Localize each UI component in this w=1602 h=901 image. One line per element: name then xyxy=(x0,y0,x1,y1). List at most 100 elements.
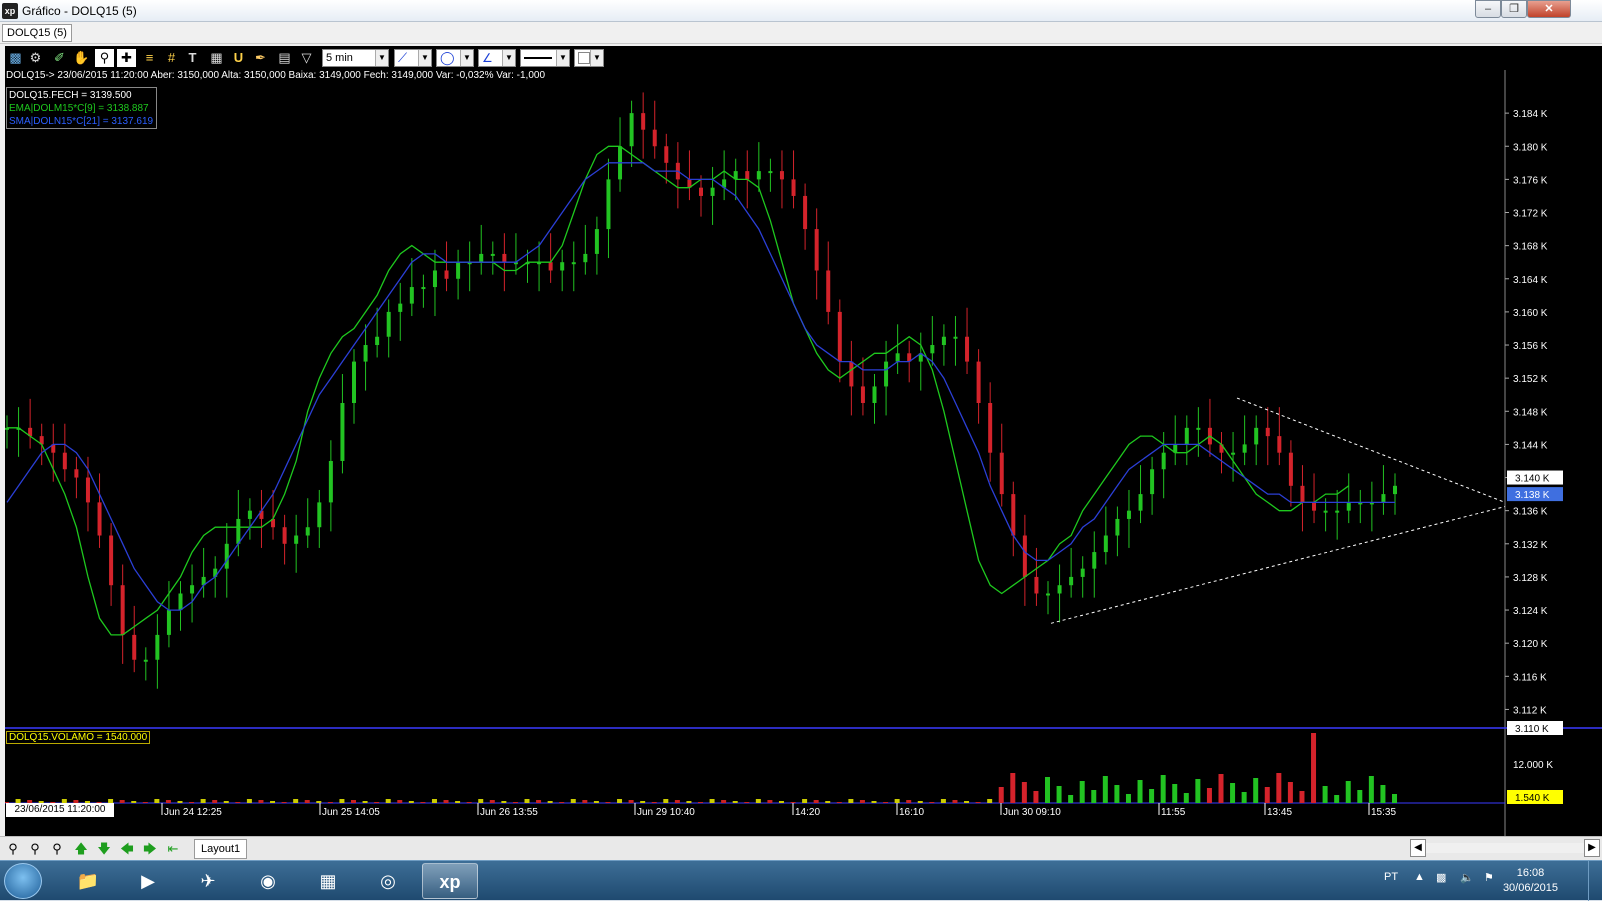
price-tick-label: 3.128 K xyxy=(1513,573,1548,584)
volume-bar xyxy=(397,800,403,803)
candle-body xyxy=(930,345,935,354)
volume-bar xyxy=(131,801,137,803)
language-indicator[interactable]: PT xyxy=(1384,871,1398,883)
chevron-down-icon: ▼ xyxy=(590,50,603,66)
start-button[interactable] xyxy=(4,863,42,899)
pencil-icon[interactable]: ✐ xyxy=(50,49,69,67)
arrow-left-icon[interactable]: 🡄 xyxy=(118,841,136,857)
crosshair-icon[interactable]: ✚ xyxy=(117,49,136,67)
line-style-select[interactable]: ▼ xyxy=(520,49,570,67)
volume-icon[interactable]: 🔈 xyxy=(1460,871,1474,884)
color-select[interactable]: ▼ xyxy=(574,49,604,67)
fib-tool-select[interactable]: ∠ ▼ xyxy=(478,49,516,67)
legend-sma: SMA|DOLN15*C[21] = 3137.619 xyxy=(9,116,154,127)
tray-expand-icon[interactable]: ▲ xyxy=(1414,871,1425,883)
zoom-reset-icon[interactable]: ⚲ xyxy=(48,841,66,857)
volume-bar xyxy=(917,801,923,803)
arrow-right-icon[interactable]: 🡆 xyxy=(141,841,159,857)
candle-body xyxy=(837,311,842,362)
period-select[interactable]: 5 min ▼ xyxy=(322,49,389,67)
explorer-icon[interactable]: 📁 xyxy=(60,863,116,899)
candle-body xyxy=(1080,568,1085,577)
hand-icon[interactable]: ✋ xyxy=(72,49,91,67)
price-chart[interactable]: 3.184 K 3.180 K 3.176 K 3.172 K 3.168 K 3.164… xyxy=(4,70,1602,836)
chart-icon[interactable]: ▩ xyxy=(6,49,25,67)
time-tick-label: Jun 24 12:25 xyxy=(164,807,222,818)
volume-bar xyxy=(1380,785,1386,803)
zoom-icon[interactable]: ⚲ xyxy=(95,49,114,67)
system-clock[interactable]: 16:08 30/06/2015 xyxy=(1503,866,1558,896)
magnet-icon[interactable]: U xyxy=(229,49,248,67)
line-icon: ⟋ xyxy=(398,50,408,65)
restore-icon[interactable]: ❐ xyxy=(1501,0,1527,18)
candle-body xyxy=(999,452,1004,495)
candle-body xyxy=(791,179,796,196)
candle-body xyxy=(1011,494,1016,536)
volume-bar xyxy=(1253,778,1259,803)
calculator-icon[interactable]: ▦ xyxy=(207,49,226,67)
volume-bar xyxy=(698,802,703,803)
tab-dolq15[interactable]: DOLQ15 (5) xyxy=(2,24,72,42)
candle-body xyxy=(1196,427,1201,430)
volume-bar xyxy=(258,800,264,803)
candle-body xyxy=(132,634,137,660)
line-tool-select[interactable]: ⟋ ▼ xyxy=(394,49,432,67)
generic-app-icon[interactable]: ▦ xyxy=(300,863,356,899)
volume-bar xyxy=(547,801,553,803)
volume-bar xyxy=(235,802,241,803)
arrow-end-icon[interactable]: ⇤ xyxy=(164,841,182,857)
network-signal-icon[interactable]: ▩ xyxy=(1436,871,1446,884)
scroll-left-icon[interactable]: ◀ xyxy=(1410,839,1426,857)
close-icon[interactable]: ✕ xyxy=(1527,0,1571,18)
volume-bar xyxy=(293,799,299,803)
candle-body xyxy=(1312,502,1317,511)
volume-bar xyxy=(802,799,808,803)
scroll-right-icon[interactable]: ▶ xyxy=(1584,839,1600,857)
filter-icon[interactable]: ▽ xyxy=(297,49,316,67)
media-player-icon[interactable]: ▶ xyxy=(120,863,176,899)
arrow-down-icon[interactable]: 🡇 xyxy=(95,841,113,857)
hp-icon[interactable]: ◉ xyxy=(240,863,296,899)
hlines-icon[interactable]: ≡ xyxy=(140,49,159,67)
text-icon[interactable]: T xyxy=(183,49,202,67)
minimize-icon[interactable]: – xyxy=(1475,0,1501,18)
arrow-up-icon[interactable]: 🡅 xyxy=(72,841,90,857)
volume-bar xyxy=(605,802,611,803)
volume-bar xyxy=(686,801,692,803)
horizontal-scrollbar[interactable] xyxy=(1426,843,1584,853)
grid-icon[interactable]: # xyxy=(162,49,181,67)
volume-bar xyxy=(1033,791,1039,803)
zoom-in-icon[interactable]: ⚲ xyxy=(26,841,44,857)
gear-icon[interactable]: ⚙ xyxy=(26,49,45,67)
volume-bar xyxy=(1357,790,1363,803)
candle-body xyxy=(1161,452,1166,470)
candle-body xyxy=(62,452,67,470)
volume-bar xyxy=(455,801,461,803)
flag-icon[interactable]: ⚑ xyxy=(1484,871,1494,884)
volume-bar xyxy=(1137,780,1143,803)
bottom-price-label: 3.110 K xyxy=(1515,724,1549,735)
candle-body xyxy=(363,345,368,362)
chart-area[interactable]: 3.184 K 3.180 K 3.176 K 3.172 K 3.168 K 3.164… xyxy=(4,70,1602,836)
candle-body xyxy=(386,311,391,337)
network-app-icon[interactable]: ✈ xyxy=(180,863,236,899)
clock-date: 30/06/2015 xyxy=(1502,882,1558,894)
layout-tab[interactable]: Layout1 xyxy=(194,839,248,859)
price-tick-label: 3.124 K xyxy=(1513,606,1548,617)
xp-app-taskbar-icon[interactable]: xp xyxy=(422,863,478,899)
show-desktop-button[interactable] xyxy=(1588,861,1602,901)
candle-body xyxy=(560,262,565,271)
brush-icon[interactable]: ✒ xyxy=(251,49,270,67)
volume-bar xyxy=(1172,784,1178,803)
chrome-icon[interactable]: ◎ xyxy=(360,863,416,899)
zoom-out-icon[interactable]: ⚲ xyxy=(4,841,22,857)
candle-body xyxy=(305,527,310,536)
xp-app-icon[interactable]: xp xyxy=(2,3,18,19)
shape-tool-select[interactable]: ◯ ▼ xyxy=(436,49,474,67)
candle-body xyxy=(178,593,183,611)
volume-bar xyxy=(744,802,750,803)
candle-body xyxy=(1115,518,1120,536)
clipboard-icon[interactable]: ▤ xyxy=(275,49,294,67)
volume-bar xyxy=(778,801,784,803)
volume-bar xyxy=(859,800,865,803)
